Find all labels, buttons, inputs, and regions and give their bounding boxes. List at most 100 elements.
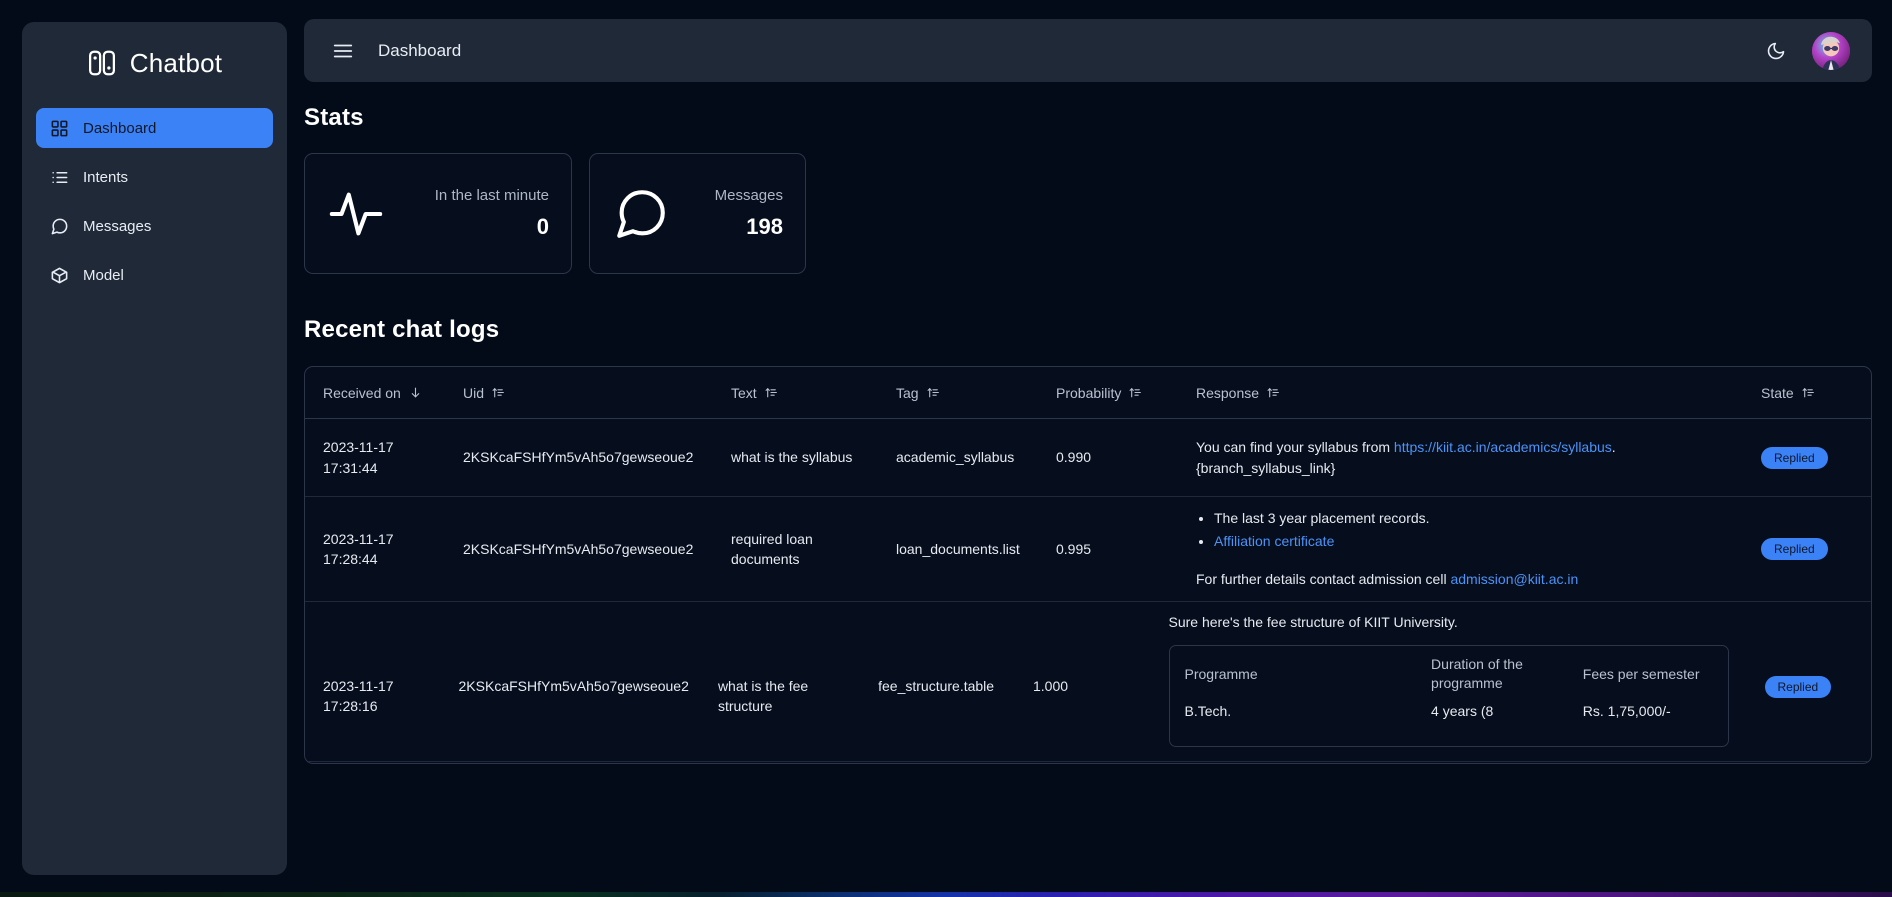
- sort-ascending-icon: [1802, 388, 1814, 398]
- table-header-row: Received on Uid Text Tag Probability Res…: [305, 367, 1871, 419]
- column-label: Probability: [1056, 384, 1122, 401]
- cell-text: what is the fee structure: [717, 678, 809, 715]
- received-date: 2023-11-17: [323, 678, 394, 694]
- response-footer-text: For further details contact admission ce…: [1196, 571, 1451, 588]
- message-bubble-icon: [617, 189, 665, 238]
- column-header-text[interactable]: Text: [731, 385, 896, 401]
- moon-icon[interactable]: [1766, 41, 1786, 61]
- cell-probability: 0.990: [1056, 449, 1092, 466]
- avatar[interactable]: [1812, 31, 1850, 70]
- sidebar-item-messages[interactable]: Messages: [36, 206, 273, 246]
- column-label: Uid: [463, 384, 485, 401]
- sidebar-item-model[interactable]: Model: [36, 255, 273, 295]
- cell-uid: 2KSKcaFSHfYm5vAh5o7gewseoue2: [463, 449, 694, 466]
- table-row[interactable]: 2023-11-17 17:28:16 2KSKcaFSHfYm5vAh5o7g…: [305, 602, 1871, 762]
- received-date: 2023-11-17: [323, 530, 394, 547]
- chat-bubble-icon: [51, 218, 68, 234]
- column-label: Tag: [896, 384, 919, 401]
- main-content: Stats In the last minute 0 Messages 198 …: [304, 104, 1872, 764]
- sidebar-item-label: Messages: [83, 217, 152, 235]
- topbar-actions: [1766, 31, 1850, 70]
- list-item: The last 3 year placement records.: [1214, 508, 1725, 529]
- fee-cell-fees: Rs. 1,75,000/-: [1582, 703, 1671, 720]
- response-intro: Sure here's the fee structure of KIIT Un…: [1168, 614, 1458, 630]
- stat-card-last-minute: In the last minute 0: [304, 153, 572, 274]
- chat-logs-table: Received on Uid Text Tag Probability Res…: [304, 366, 1872, 764]
- sidebar-item-intents[interactable]: Intents: [36, 157, 273, 197]
- cell-tag: academic_syllabus: [896, 449, 1015, 466]
- stat-value: 198: [746, 214, 783, 239]
- stat-label: Messages: [714, 187, 783, 204]
- sidebar-item-label: Intents: [83, 168, 129, 186]
- topbar: Dashboard: [304, 19, 1872, 82]
- column-header-received-on[interactable]: Received on: [305, 385, 463, 401]
- page-title: Dashboard: [378, 40, 462, 60]
- fee-cell-programme: B.Tech.: [1184, 703, 1232, 720]
- column-label: Response: [1196, 384, 1260, 401]
- table-row[interactable]: 2023-11-17 17:28:44 2KSKcaFSHfYm5vAh5o7g…: [305, 497, 1871, 602]
- status-badge[interactable]: Replied: [1764, 676, 1832, 698]
- box-icon: [51, 267, 68, 283]
- cell-state: Replied: [1745, 602, 1871, 698]
- column-header-response[interactable]: Response: [1196, 385, 1741, 401]
- list-icon: [52, 171, 68, 183]
- column-header-uid[interactable]: Uid: [463, 385, 731, 401]
- sidebar-item-dashboard[interactable]: Dashboard: [36, 108, 273, 148]
- stat-label: In the last minute: [434, 187, 549, 204]
- fee-table-header-row: Programme Duration of the programme Fees…: [1170, 646, 1728, 702]
- bottom-gradient-strip: [0, 892, 1892, 897]
- column-header-state[interactable]: State: [1741, 385, 1871, 401]
- hamburger-icon[interactable]: [332, 40, 354, 62]
- fee-table-row: B.Tech. 4 years (8 Rs. 1,75,000/-: [1170, 702, 1728, 746]
- cell-response: The last 3 year placement records. Affil…: [1196, 508, 1741, 589]
- stat-card-messages: Messages 198: [589, 153, 806, 274]
- stat-value: 0: [536, 214, 549, 239]
- status-badge[interactable]: Replied: [1761, 538, 1828, 560]
- response-text-suffix: .: [1611, 439, 1616, 456]
- sidebar-nav: Dashboard Intents Messages Model: [36, 108, 273, 295]
- fee-structure-table: Programme Duration of the programme Fees…: [1168, 645, 1729, 748]
- column-header-tag[interactable]: Tag: [896, 385, 1056, 401]
- cell-response: You can find your syllabus from https://…: [1196, 437, 1741, 478]
- cell-uid: 2KSKcaFSHfYm5vAh5o7gewseoue2: [458, 678, 689, 694]
- avatar-image: [1812, 31, 1850, 70]
- sidebar-item-label: Dashboard: [83, 119, 157, 137]
- status-badge[interactable]: Replied: [1761, 446, 1828, 469]
- response-list: The last 3 year placement records. Affil…: [1214, 508, 1725, 552]
- cell-received-on: 2023-11-17 17:31:44: [305, 437, 463, 478]
- cell-state: Replied: [1741, 446, 1871, 469]
- fee-header-fees: Fees per semester: [1582, 665, 1700, 682]
- received-date: 2023-11-17: [323, 439, 394, 456]
- column-label: State: [1761, 384, 1794, 401]
- response-second-line: {branch_syllabus_link}: [1196, 459, 1336, 476]
- fee-cell-duration: 4 years (8: [1431, 703, 1494, 720]
- received-time: 17:28:16: [323, 698, 378, 715]
- column-label: Received on: [323, 384, 401, 401]
- response-text-prefix: You can find your syllabus from: [1196, 439, 1394, 456]
- cell-probability: 1.000: [1032, 678, 1069, 694]
- cell-received-on: 2023-11-17 17:28:16: [305, 602, 459, 717]
- admission-email-link[interactable]: admission@kiit.ac.in: [1450, 571, 1578, 587]
- chatbot-logo-icon: [88, 50, 115, 76]
- sort-ascending-icon: [1267, 388, 1279, 398]
- activity-pulse-icon: [329, 192, 383, 235]
- list-item: Affiliation certificate: [1214, 531, 1725, 552]
- column-header-probability[interactable]: Probability: [1056, 385, 1196, 401]
- fee-header-programme: Programme: [1184, 665, 1258, 682]
- stat-body: Messages 198: [696, 187, 783, 240]
- table-row[interactable]: 2023-11-17 17:31:44 2KSKcaFSHfYm5vAh5o7g…: [305, 419, 1871, 497]
- cell-state: Replied: [1741, 538, 1871, 560]
- sort-ascending-icon: [1129, 388, 1142, 398]
- sort-ascending-icon: [927, 388, 939, 398]
- stat-body: In the last minute 0: [411, 187, 549, 240]
- stats-heading: Stats: [304, 104, 364, 131]
- stats-cards: In the last minute 0 Messages 198: [304, 153, 1872, 274]
- recent-chat-logs-heading: Recent chat logs: [304, 316, 500, 343]
- cell-tag: fee_structure.table: [878, 678, 995, 694]
- grid-icon: [51, 120, 68, 136]
- cell-text: what is the syllabus: [731, 449, 853, 466]
- syllabus-link[interactable]: https://kiit.ac.in/academics/syllabus: [1394, 439, 1612, 455]
- cell-response: Sure here's the fee structure of KIIT Un…: [1168, 602, 1745, 748]
- affiliation-certificate-link[interactable]: Affiliation certificate: [1214, 533, 1334, 549]
- sort-ascending-icon: [765, 388, 777, 398]
